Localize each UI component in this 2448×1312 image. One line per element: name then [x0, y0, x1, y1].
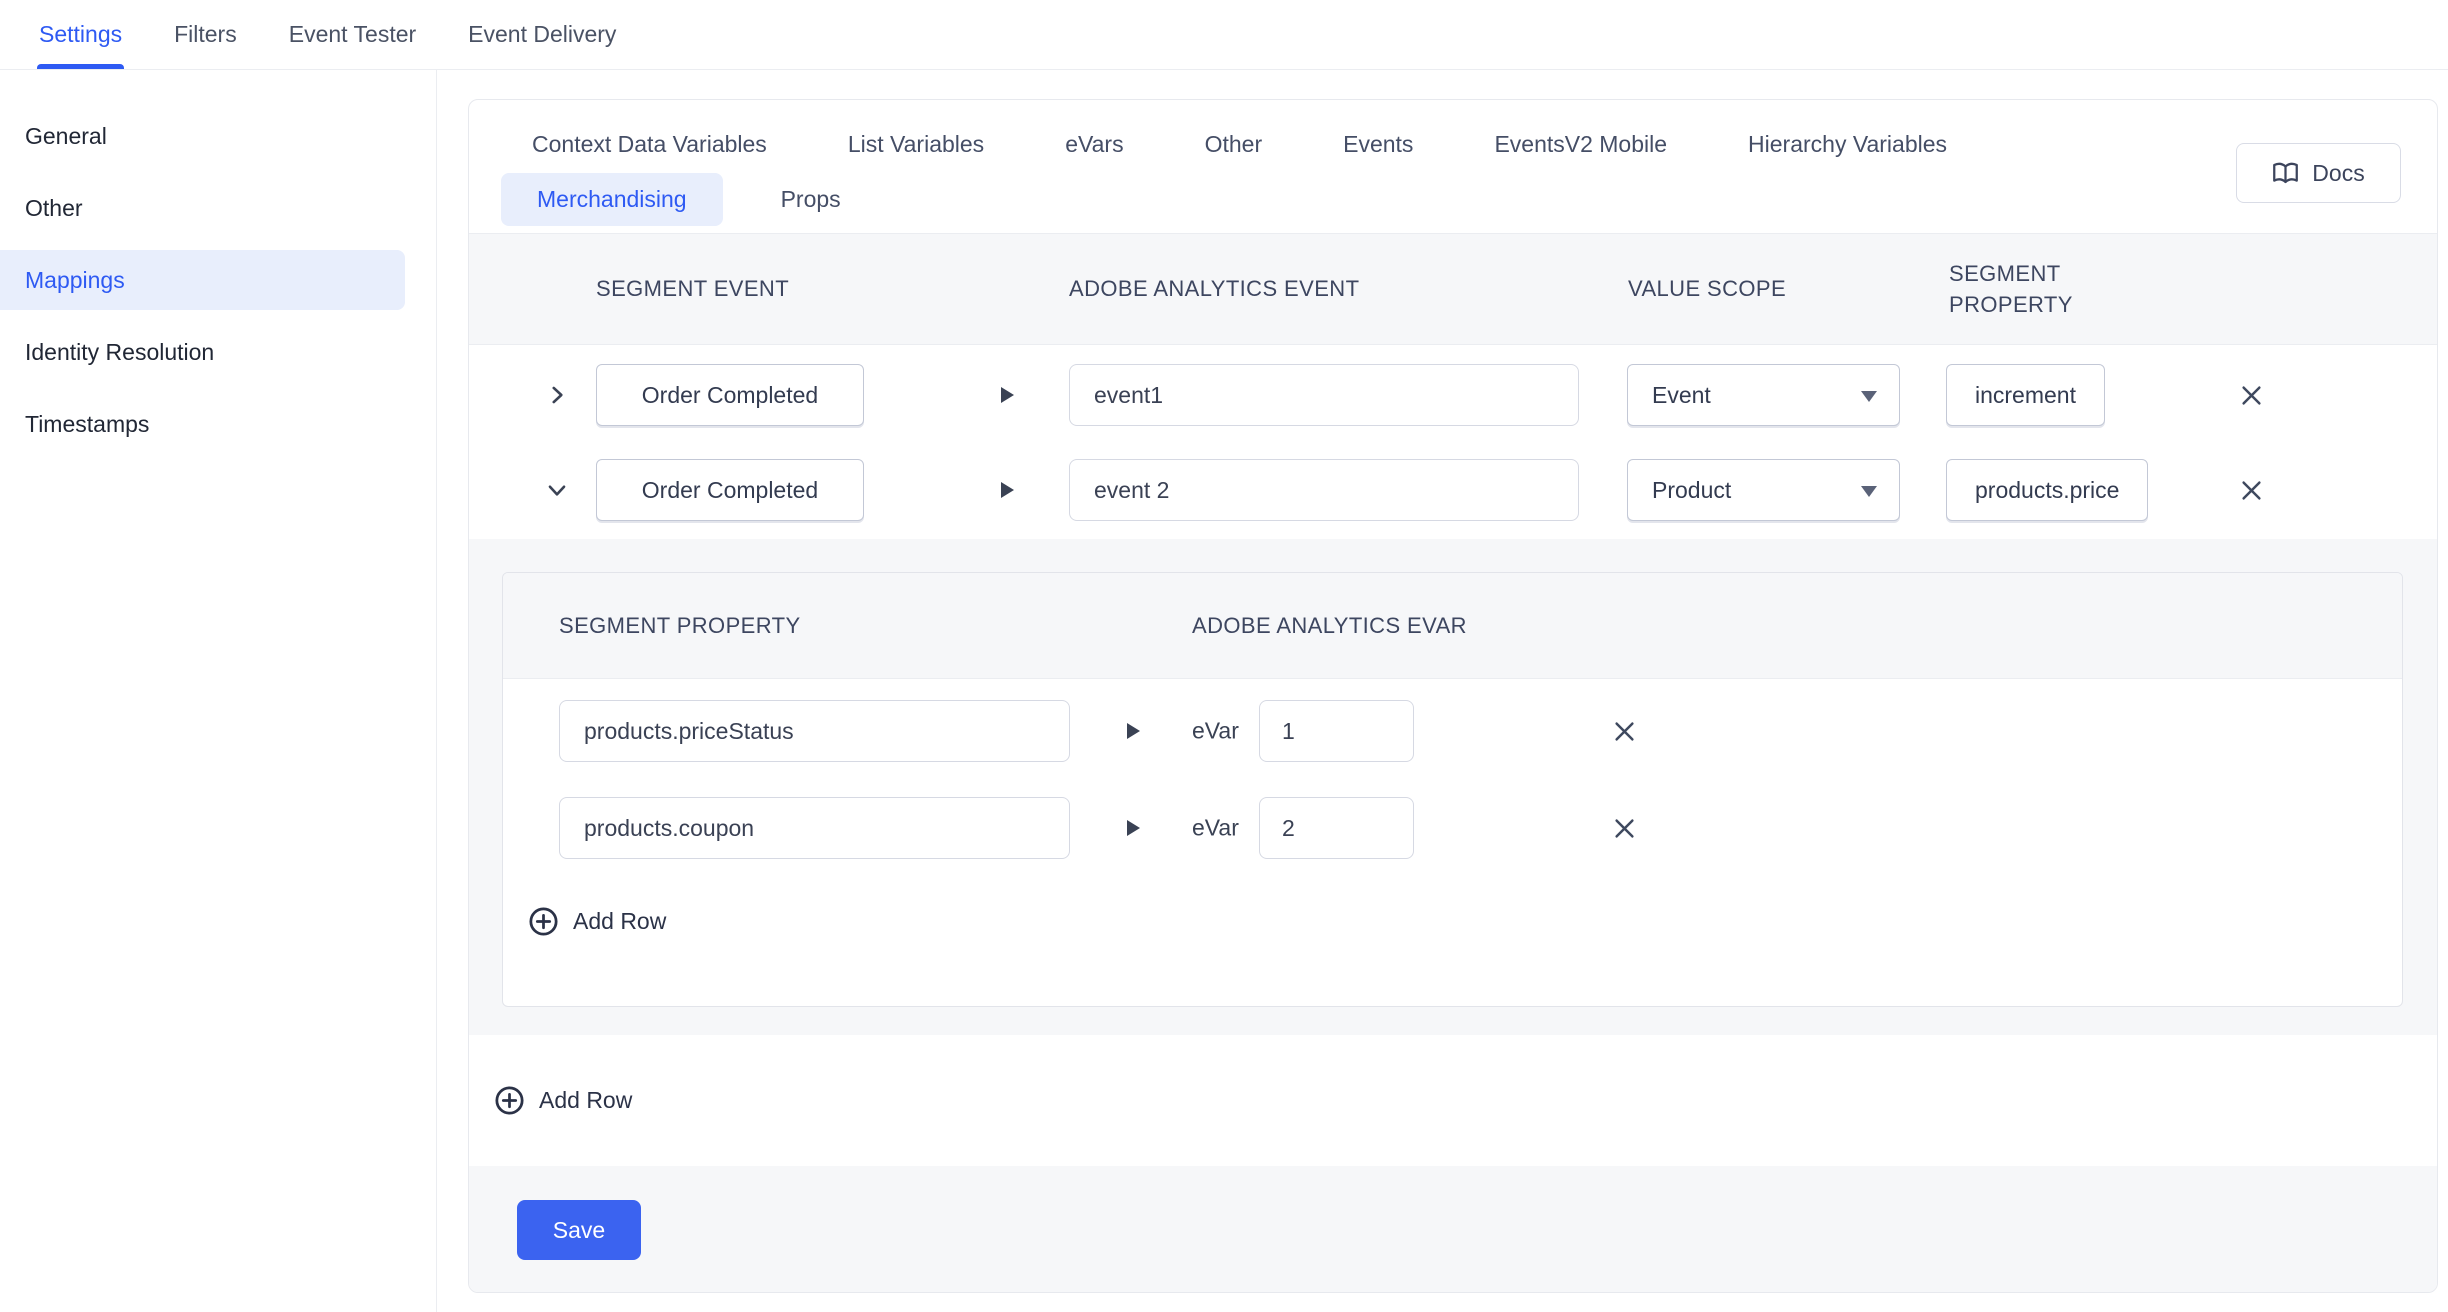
tab-props[interactable]: Props	[781, 186, 841, 213]
nav-tab-settings[interactable]: Settings	[39, 0, 122, 69]
adobe-event-input[interactable]	[1069, 459, 1579, 521]
remove-row-button[interactable]	[1602, 709, 1646, 753]
add-row-label: Add Row	[573, 908, 666, 935]
expand-row-button[interactable]	[535, 373, 579, 417]
remove-row-button[interactable]	[1602, 806, 1646, 850]
chevron-down-icon	[1861, 391, 1877, 402]
evar-prefix-label: eVar	[1192, 815, 1239, 842]
remove-row-button[interactable]	[2229, 373, 2273, 417]
value-scope-selected: Event	[1652, 382, 1711, 409]
add-mapping-row-button[interactable]: Add Row	[493, 1084, 632, 1117]
x-icon	[2238, 477, 2265, 504]
main-content: Context Data Variables List Variables eV…	[437, 70, 2448, 1312]
segment-property-input[interactable]	[559, 797, 1070, 859]
column-header-segment-property: SEGMENT PROPERTY	[559, 613, 801, 639]
mapping-row: Order Completed Product products.price	[469, 459, 2437, 521]
column-header-value-scope: VALUE SCOPE	[1628, 276, 1786, 302]
expanded-row-panel: SEGMENT PROPERTY ADOBE ANALYTICS EVAR eV…	[469, 539, 2437, 1035]
add-evar-row-button[interactable]: Add Row	[527, 905, 2402, 938]
tab-eventsv2-mobile[interactable]: EventsV2 Mobile	[1494, 131, 1667, 158]
arrow-right-icon	[1127, 820, 1140, 836]
segment-event-button[interactable]: Order Completed	[596, 364, 864, 426]
add-row-label: Add Row	[539, 1087, 632, 1114]
remove-row-button[interactable]	[2229, 468, 2273, 512]
sidebar-item-label: Timestamps	[25, 411, 149, 438]
nav-tab-event-delivery[interactable]: Event Delivery	[468, 0, 616, 69]
column-header-segment-property: SEGMENT PROPERTY	[1949, 258, 2149, 320]
sidebar-item-identity-resolution[interactable]: Identity Resolution	[0, 316, 436, 388]
book-icon	[2272, 160, 2299, 187]
segment-event-button[interactable]: Order Completed	[596, 459, 864, 521]
mappings-card: Context Data Variables List Variables eV…	[468, 99, 2438, 1293]
value-scope-select[interactable]: Product	[1627, 459, 1900, 521]
evar-row: eVar	[503, 700, 2402, 762]
save-button[interactable]: Save	[517, 1200, 641, 1260]
evar-mappings-card: SEGMENT PROPERTY ADOBE ANALYTICS EVAR eV…	[502, 572, 2403, 1007]
active-tab-underline	[37, 64, 124, 69]
x-icon	[2238, 382, 2265, 409]
nav-tab-event-tester[interactable]: Event Tester	[289, 0, 416, 69]
sidebar-item-label: Identity Resolution	[25, 339, 214, 366]
column-header-adobe-analytics-evar: ADOBE ANALYTICS EVAR	[1192, 613, 1467, 639]
x-icon	[1611, 815, 1638, 842]
sidebar-item-other[interactable]: Other	[0, 172, 436, 244]
evar-prefix-label: eVar	[1192, 718, 1239, 745]
docs-button-label: Docs	[2312, 160, 2364, 187]
plus-circle-icon	[493, 1084, 526, 1117]
nav-tab-filters[interactable]: Filters	[174, 0, 237, 69]
segment-property-input[interactable]	[559, 700, 1070, 762]
evar-number-input[interactable]	[1259, 700, 1414, 762]
arrow-right-icon	[1001, 387, 1014, 403]
nav-tab-label: Filters	[174, 21, 237, 48]
docs-button[interactable]: Docs	[2236, 143, 2401, 203]
arrow-right-icon	[1001, 482, 1014, 498]
evar-row: eVar	[503, 797, 2402, 859]
chevron-right-icon	[544, 382, 570, 408]
sidebar-item-timestamps[interactable]: Timestamps	[0, 388, 436, 460]
segment-property-button[interactable]: products.price	[1946, 459, 2148, 521]
sidebar-item-label: Mappings	[25, 267, 125, 294]
value-scope-select[interactable]: Event	[1627, 364, 1900, 426]
tab-merchandising-active[interactable]: Merchandising	[501, 173, 723, 226]
chevron-down-icon	[544, 477, 570, 503]
variable-tabs: Context Data Variables List Variables eV…	[469, 100, 2437, 233]
variable-tabs-row-2: Merchandising Props	[501, 173, 2401, 226]
evar-table-header: SEGMENT PROPERTY ADOBE ANALYTICS EVAR	[503, 573, 2402, 679]
sidebar-item-mappings[interactable]: Mappings	[0, 250, 405, 310]
tab-hierarchy-variables[interactable]: Hierarchy Variables	[1748, 131, 1947, 158]
top-nav: Settings Filters Event Tester Event Deli…	[0, 0, 2448, 70]
chevron-down-icon	[1861, 486, 1877, 497]
tab-list-variables[interactable]: List Variables	[848, 131, 984, 158]
x-icon	[1611, 718, 1638, 745]
settings-sidebar: General Other Mappings Identity Resoluti…	[0, 70, 437, 1312]
collapse-row-button[interactable]	[535, 468, 579, 512]
mappings-table-header: SEGMENT EVENT ADOBE ANALYTICS EVENT VALU…	[469, 233, 2437, 345]
tab-evars[interactable]: eVars	[1065, 131, 1123, 158]
tab-events[interactable]: Events	[1343, 131, 1413, 158]
nav-tab-label: Settings	[39, 21, 122, 48]
plus-circle-icon	[527, 905, 560, 938]
column-header-adobe-analytics-event: ADOBE ANALYTICS EVENT	[1069, 276, 1359, 302]
tab-other[interactable]: Other	[1205, 131, 1263, 158]
arrow-right-icon	[1127, 723, 1140, 739]
evar-number-input[interactable]	[1259, 797, 1414, 859]
segment-property-button[interactable]: increment	[1946, 364, 2105, 426]
card-footer: Save	[469, 1166, 2437, 1292]
variable-tabs-row-1: Context Data Variables List Variables eV…	[532, 115, 2401, 173]
sidebar-item-label: General	[25, 123, 107, 150]
adobe-event-input[interactable]	[1069, 364, 1579, 426]
sidebar-item-general[interactable]: General	[0, 100, 436, 172]
add-row-band: Add Row	[469, 1035, 2437, 1166]
column-header-segment-event: SEGMENT EVENT	[596, 276, 789, 302]
value-scope-selected: Product	[1652, 477, 1731, 504]
mapping-rows: Order Completed Event increment	[469, 345, 2437, 539]
mapping-row: Order Completed Event increment	[469, 364, 2437, 426]
nav-tab-label: Event Tester	[289, 21, 416, 48]
tab-context-data-variables[interactable]: Context Data Variables	[532, 131, 767, 158]
sidebar-item-label: Other	[25, 195, 83, 222]
nav-tab-label: Event Delivery	[468, 21, 616, 48]
